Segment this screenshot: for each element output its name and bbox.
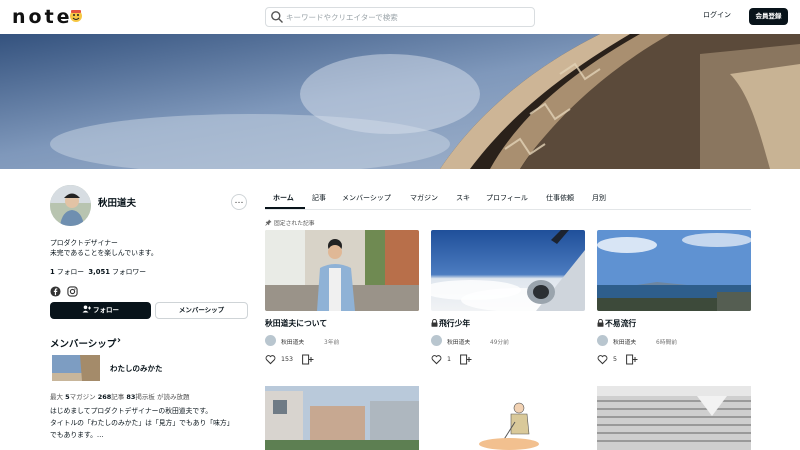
following-label[interactable]: フォロー bbox=[57, 268, 84, 276]
pinned-label-text: 固定された記事 bbox=[274, 221, 315, 227]
heart-icon[interactable] bbox=[597, 354, 608, 365]
following-count[interactable]: 1 bbox=[50, 268, 55, 276]
profile-bio-line-2: 未完であることを楽しんでいます。 bbox=[50, 249, 158, 257]
signup-button[interactable]: 会員登録 bbox=[749, 8, 788, 25]
heart-icon[interactable] bbox=[265, 354, 276, 365]
article-title-1[interactable]: 秋田道夫について bbox=[265, 318, 327, 329]
add-to-magazine-icon[interactable] bbox=[460, 354, 472, 365]
like-count-3: 5 bbox=[613, 356, 618, 363]
add-user-icon bbox=[82, 305, 91, 313]
membership-description-line-2: タイトルの「わたしのみかた」は「見方」でもあり「味方」 bbox=[50, 419, 234, 427]
lock-icon bbox=[597, 318, 604, 327]
chevron-right-icon[interactable]: › bbox=[117, 335, 121, 346]
tab-home[interactable]: ホーム bbox=[273, 193, 294, 203]
profile-avatar[interactable] bbox=[50, 185, 91, 226]
magazine-title[interactable]: わたしのみかた bbox=[110, 363, 163, 374]
facebook-icon[interactable] bbox=[50, 286, 61, 297]
author-name-2[interactable]: 秋田道夫 bbox=[447, 337, 470, 346]
tab-membership[interactable]: メンバーシップ bbox=[342, 193, 391, 203]
tab-magazine[interactable]: マガジン bbox=[410, 193, 438, 203]
author-avatar-1[interactable] bbox=[265, 335, 276, 346]
article-title-2[interactable]: 飛行少年 bbox=[431, 318, 470, 329]
tab-monthly[interactable]: 月別 bbox=[592, 193, 606, 203]
tab-likes[interactable]: スキ bbox=[456, 193, 470, 203]
tab-articles[interactable]: 記事 bbox=[312, 193, 326, 203]
membership-description-line-3: でもあります。… bbox=[50, 431, 104, 439]
post-time-3: 6時間前 bbox=[656, 340, 678, 346]
more-options-button[interactable]: … bbox=[231, 194, 247, 210]
follower-count[interactable]: 3,051 bbox=[88, 268, 110, 276]
note-mascot-icon bbox=[70, 10, 82, 22]
post-time-1: 3年前 bbox=[324, 340, 340, 346]
follow-button[interactable]: フォロー bbox=[50, 302, 151, 319]
articles-count: 268 bbox=[97, 393, 112, 401]
membership-description-line-1: はじめましてプロダクトデザイナーの秋田道夫です。 bbox=[50, 407, 213, 415]
lock-icon bbox=[431, 318, 438, 327]
article-title-3-text[interactable]: 不易流行 bbox=[605, 319, 636, 328]
profile-name: 秋田道夫 bbox=[98, 198, 137, 209]
boards-label: 掲示板 bbox=[135, 393, 155, 401]
search-bar[interactable] bbox=[265, 7, 535, 27]
article-thumbnail-1[interactable] bbox=[265, 230, 419, 311]
search-icon bbox=[271, 11, 283, 23]
stats-suffix: が読み放題 bbox=[154, 393, 190, 401]
tab-profile[interactable]: プロフィール bbox=[486, 193, 528, 203]
profile-banner-image bbox=[0, 34, 800, 169]
author-avatar-2[interactable] bbox=[431, 335, 442, 346]
author-name-1[interactable]: 秋田道夫 bbox=[281, 337, 304, 346]
like-count-1: 153 bbox=[281, 356, 294, 363]
profile-bio-line-1: プロダクトデザイナー bbox=[50, 239, 118, 247]
article-thumbnail-3[interactable] bbox=[597, 230, 751, 311]
post-time-2: 49分前 bbox=[490, 340, 509, 346]
author-avatar-3[interactable] bbox=[597, 335, 608, 346]
add-to-magazine-icon[interactable] bbox=[302, 354, 314, 365]
tab-work-request[interactable]: 仕事依頼 bbox=[546, 193, 574, 203]
login-link[interactable]: ログイン bbox=[703, 10, 731, 20]
pinned-label: 固定された記事 bbox=[265, 218, 315, 227]
author-name-3[interactable]: 秋田道夫 bbox=[613, 337, 636, 346]
tabs-divider bbox=[265, 209, 751, 210]
instagram-icon[interactable] bbox=[67, 286, 78, 297]
active-tab-indicator bbox=[265, 207, 305, 209]
membership-button[interactable]: メンバーシップ bbox=[155, 302, 248, 319]
article-thumbnail-2[interactable] bbox=[431, 230, 585, 311]
follower-label[interactable]: フォロワー bbox=[112, 268, 146, 276]
search-input[interactable] bbox=[286, 10, 530, 25]
article-thumbnail-5[interactable] bbox=[431, 386, 585, 450]
follow-stats: 1 フォロー 3,051 フォロワー bbox=[50, 266, 146, 276]
magazine-thumbnail[interactable] bbox=[52, 355, 100, 381]
magazines-label: マガジン bbox=[69, 393, 98, 401]
membership-stats: 最大 5マガジン 268記事 83掲示板 が読み放題 bbox=[50, 391, 189, 401]
article-thumbnail-6[interactable] bbox=[597, 386, 751, 450]
note-logo[interactable]: note bbox=[12, 6, 73, 28]
article-thumbnail-4[interactable] bbox=[265, 386, 419, 450]
heart-icon[interactable] bbox=[431, 354, 442, 365]
add-to-magazine-icon[interactable] bbox=[626, 354, 638, 365]
follow-button-label: フォロー bbox=[93, 306, 119, 314]
article-title-3[interactable]: 不易流行 bbox=[597, 318, 636, 329]
article-title-2-text[interactable]: 飛行少年 bbox=[439, 319, 470, 328]
stats-prefix: 最大 bbox=[50, 393, 66, 401]
like-count-2: 1 bbox=[447, 356, 452, 363]
membership-section-title[interactable]: メンバーシップ bbox=[50, 336, 116, 350]
articles-label: 記事 bbox=[111, 393, 127, 401]
pin-icon bbox=[265, 219, 272, 226]
